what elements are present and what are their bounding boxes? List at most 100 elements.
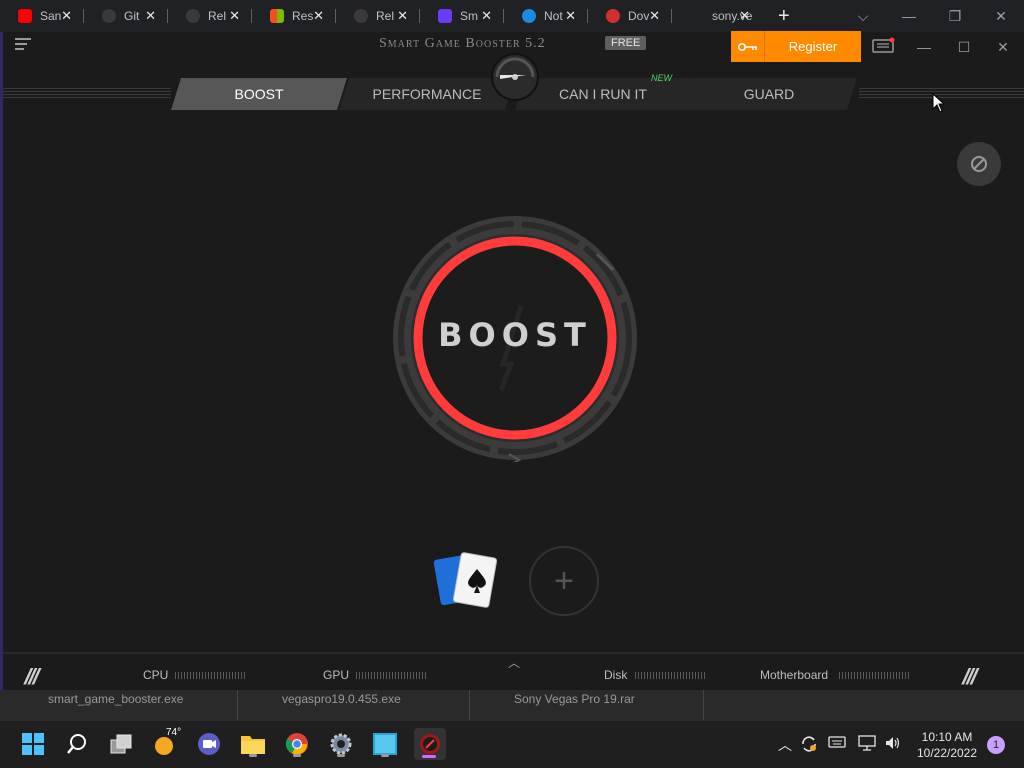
chevron-up-icon[interactable]: ︿ bbox=[778, 735, 792, 755]
gpu-label: GPU bbox=[323, 668, 350, 682]
tab-boost[interactable]: BOOST bbox=[171, 78, 347, 110]
search-icon[interactable] bbox=[62, 729, 92, 759]
app-minimize-button[interactable]: — bbox=[910, 36, 938, 58]
app-maximize-button[interactable]: ☐ bbox=[950, 36, 978, 58]
running-indicator bbox=[337, 754, 345, 757]
disk-meter bbox=[635, 672, 707, 679]
boost-label: BOOST bbox=[438, 316, 592, 354]
disk-label: Disk bbox=[604, 668, 628, 682]
chrome-icon[interactable] bbox=[282, 729, 312, 759]
notification-icon[interactable] bbox=[871, 37, 897, 55]
start-icon[interactable] bbox=[18, 729, 48, 759]
browser-tab[interactable]: Rel ✕ bbox=[336, 0, 420, 32]
k-logo-icon bbox=[438, 9, 452, 23]
nav-decoration bbox=[3, 88, 171, 98]
disable-icon[interactable] bbox=[957, 142, 1001, 186]
browser-close-button[interactable]: ✕ bbox=[978, 0, 1024, 32]
close-tab-icon[interactable]: ✕ bbox=[145, 9, 156, 23]
store-icon[interactable] bbox=[370, 729, 400, 759]
motherboard-label: Motherboard bbox=[760, 668, 829, 682]
running-indicator bbox=[293, 754, 301, 757]
network-icon[interactable] bbox=[858, 735, 876, 754]
desktop-screen: San ✕ Git ✕ Rel ✕ Res ✕ Rel ✕ Sm ✕ Not ✕ Dov ✕ s… bbox=[0, 0, 1024, 768]
browser-tab-active[interactable]: sony.ve ✕ bbox=[672, 0, 762, 32]
volume-icon[interactable] bbox=[884, 735, 902, 754]
keyboard-icon[interactable] bbox=[828, 735, 846, 752]
browser-tab[interactable]: Res ✕ bbox=[252, 0, 336, 32]
speedometer-icon bbox=[490, 53, 540, 101]
system-clock[interactable]: 10:10 AM 10/22/2022 bbox=[912, 729, 982, 761]
github-icon bbox=[102, 9, 116, 23]
app-close-button[interactable]: ✕ bbox=[989, 36, 1017, 58]
new-badge: NEW bbox=[651, 73, 672, 83]
solitaire-game-icon[interactable] bbox=[433, 551, 499, 611]
browser-tab[interactable]: Not ✕ bbox=[504, 0, 588, 32]
download-name: smart_game_booster.exe bbox=[48, 692, 184, 706]
cpu-meter bbox=[175, 672, 247, 679]
settings-icon[interactable] bbox=[326, 729, 356, 759]
game-booster-window: Smart Game Booster 5.2 FREE Register — ☐… bbox=[0, 31, 1024, 696]
close-tab-icon[interactable]: ✕ bbox=[739, 9, 750, 23]
close-tab-icon[interactable]: ✕ bbox=[649, 9, 660, 23]
download-shelf: smart_game_booster.exe vegaspro19.0.455.… bbox=[0, 690, 1024, 720]
mega-icon bbox=[606, 9, 620, 23]
loading-icon bbox=[690, 9, 704, 23]
register-button[interactable]: Register bbox=[731, 31, 861, 62]
status-decoration: /// bbox=[959, 664, 979, 689]
free-badge: FREE bbox=[605, 36, 647, 50]
close-tab-icon[interactable]: ✕ bbox=[61, 9, 72, 23]
cpu-label: CPU bbox=[143, 668, 169, 682]
notice-icon bbox=[522, 9, 536, 23]
sync-icon[interactable] bbox=[800, 735, 818, 756]
close-tab-icon[interactable]: ✕ bbox=[565, 9, 576, 23]
browser-tab[interactable]: Dov ✕ bbox=[588, 0, 672, 32]
browser-restore-button[interactable]: ❐ bbox=[932, 0, 978, 32]
close-tab-icon[interactable]: ✕ bbox=[313, 9, 324, 23]
notification-count-badge[interactable]: 1 bbox=[987, 736, 1005, 754]
browser-tab[interactable]: Rel ✕ bbox=[168, 0, 252, 32]
download-name: Sony Vegas Pro 19.rar bbox=[514, 692, 635, 706]
tab-guard[interactable]: GUARD bbox=[681, 78, 857, 110]
running-indicator bbox=[249, 754, 257, 757]
close-tab-icon[interactable]: ✕ bbox=[481, 9, 492, 23]
github-icon bbox=[186, 9, 200, 23]
task-view-icon[interactable] bbox=[106, 729, 136, 759]
browser-tab-strip: San ✕ Git ✕ Rel ✕ Res ✕ Rel ✕ Sm ✕ Not ✕ Dov ✕ s… bbox=[0, 0, 1024, 32]
game-booster-icon[interactable] bbox=[414, 728, 446, 760]
clock-time: 10:10 AM bbox=[921, 730, 973, 744]
file-explorer-icon[interactable] bbox=[238, 729, 268, 759]
download-item[interactable]: Sony Vegas Pro 19.rar bbox=[470, 690, 704, 720]
clock-date: 10/22/2022 bbox=[916, 746, 978, 760]
motherboard-meter bbox=[839, 672, 911, 679]
tab-performance[interactable]: PERFORMANCE bbox=[339, 78, 515, 110]
active-indicator bbox=[422, 755, 436, 758]
gpu-meter bbox=[356, 672, 428, 679]
browser-minimize-button[interactable]: — bbox=[886, 0, 932, 32]
hamburger-menu-icon[interactable] bbox=[15, 38, 31, 52]
close-tab-icon[interactable]: ✕ bbox=[229, 9, 240, 23]
download-item[interactable]: smart_game_booster.exe bbox=[0, 690, 238, 720]
chat-icon[interactable] bbox=[194, 729, 224, 759]
status-decoration: /// bbox=[21, 664, 41, 689]
key-icon bbox=[731, 31, 765, 62]
add-game-button[interactable]: + bbox=[529, 546, 599, 616]
new-tab-button[interactable]: + bbox=[778, 6, 790, 26]
browser-tab[interactable]: Git ✕ bbox=[84, 0, 168, 32]
browser-tab[interactable]: San ✕ bbox=[0, 0, 84, 32]
youtube-icon bbox=[18, 9, 32, 23]
running-indicator bbox=[381, 754, 389, 757]
browser-tab[interactable]: Sm ✕ bbox=[420, 0, 504, 32]
weather-icon[interactable]: 74° bbox=[150, 727, 182, 759]
windows-taskbar: 74° ︿ 10:10 AM 10/22/2022 1 bbox=[0, 720, 1024, 768]
tab-search-icon[interactable]: ⌵ bbox=[840, 0, 886, 32]
register-label: Register bbox=[788, 39, 838, 54]
download-name: vegaspro19.0.455.exe bbox=[282, 692, 401, 706]
app-title: Smart Game Booster 5.2 bbox=[379, 36, 546, 51]
expand-panel-icon[interactable]: ︿ bbox=[508, 654, 520, 671]
github-icon bbox=[354, 9, 368, 23]
download-item[interactable]: vegaspro19.0.455.exe bbox=[238, 690, 470, 720]
mouse-cursor-icon bbox=[932, 92, 946, 118]
close-tab-icon[interactable]: ✕ bbox=[397, 9, 408, 23]
weather-temp: 74° bbox=[166, 727, 182, 738]
microsoft-icon bbox=[270, 9, 284, 23]
